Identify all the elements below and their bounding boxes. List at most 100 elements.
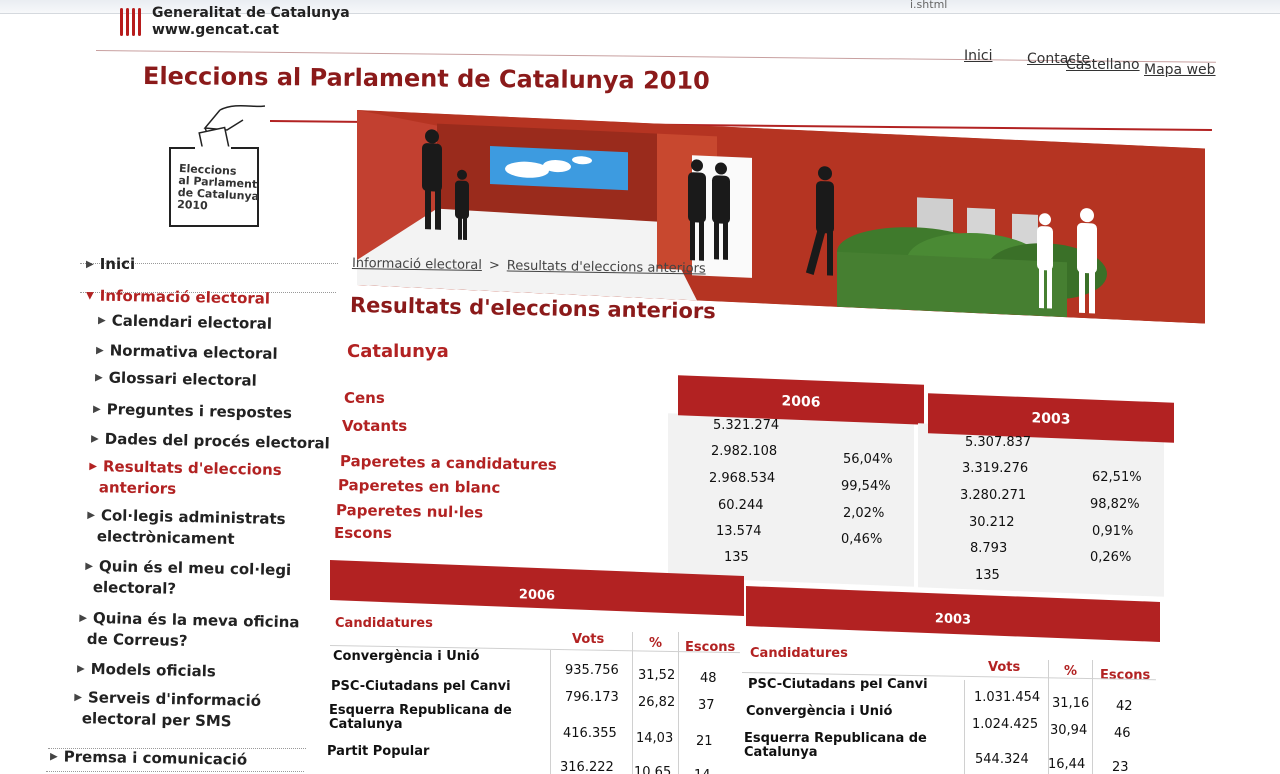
r03-pct-2: 30,94 xyxy=(1050,723,1088,738)
r06-votes-4: 316.222 xyxy=(560,760,614,774)
sidebar-item-col-legis[interactable]: ▶ Col·legis administrats electrònicament xyxy=(87,505,286,551)
r03-party-3: Esquerra Republicana de Catalunya xyxy=(744,731,927,760)
s03-votants: 3.319.276 xyxy=(962,461,1029,476)
r06-col-candidatures: Candidatures xyxy=(335,616,433,631)
r06-pct-4: 10,65 xyxy=(634,765,672,774)
s03-cens: 5.307.837 xyxy=(965,435,1032,450)
r06-pct-2: 26,82 xyxy=(638,695,676,710)
org-name: Generalitat de Catalunya xyxy=(152,5,350,21)
r03-seats-1: 42 xyxy=(1116,699,1133,714)
hero-banner xyxy=(357,110,1205,324)
s06-blanc: 60.244 xyxy=(718,498,764,513)
r06-party-4: Partit Popular xyxy=(327,744,430,759)
generalitat-logo[interactable]: Generalitat de Catalunya www.gencat.cat xyxy=(118,2,350,42)
triangle-right-icon: ▶ xyxy=(86,259,94,270)
main-title: Resultats d'eleccions anteriors xyxy=(349,293,716,324)
link-mapa-web[interactable]: Mapa web xyxy=(1144,62,1216,78)
sidebar-item-informacio-electoral[interactable]: ▼ Informació electoral xyxy=(85,286,270,308)
sidebar-item-serveis-sms[interactable]: ▶ Serveis d'informació electoral per SMS xyxy=(74,687,262,733)
triangle-right-icon: ▶ xyxy=(95,345,104,357)
senyera-icon xyxy=(118,6,144,38)
sidebar-item-glossari[interactable]: ▶ Glossari electoral xyxy=(94,368,257,390)
s03-pct-candidatures: 98,82% xyxy=(1090,497,1140,512)
s06-cens: 5.321.274 xyxy=(713,418,780,433)
grid-line xyxy=(964,680,965,774)
r03-party-2: Convergència i Unió xyxy=(746,704,893,719)
r03-votes-2: 1.024.425 xyxy=(972,717,1039,732)
summary-label-blanc: Paperetes en blanc xyxy=(337,476,501,497)
r03-seats-3: 23 xyxy=(1112,760,1129,774)
sidebar-item-premsa[interactable]: ▶ Premsa i comunicació xyxy=(49,747,248,769)
s06-pct-nul-les: 0,46% xyxy=(841,532,883,547)
r06-seats-3: 21 xyxy=(696,734,713,749)
sidebar-item-resultats[interactable]: ▶ Resultats d'eleccions anteriors xyxy=(89,456,282,502)
r03-col-candidatures: Candidatures xyxy=(750,646,848,661)
results-2003-header: 2003 xyxy=(746,586,1160,642)
summary-label-escons: Escons xyxy=(334,524,392,542)
sidebar-item-calendari[interactable]: ▶ Calendari electoral xyxy=(98,311,272,332)
summary-label-cens: Cens xyxy=(344,389,385,407)
sidebar-item-inici[interactable]: ▶ Inici xyxy=(86,255,135,273)
grid-line xyxy=(632,632,633,774)
r06-votes-1: 935.756 xyxy=(565,663,619,678)
s06-votants: 2.982.108 xyxy=(711,444,778,459)
link-inici[interactable]: Inici xyxy=(964,48,992,64)
grid-line xyxy=(678,632,679,774)
s03-blanc: 30.212 xyxy=(969,515,1015,530)
sidebar-item-quin-col-legi[interactable]: ▶ Quin és el meu col·legi electoral? xyxy=(85,556,292,602)
triangle-right-icon: ▶ xyxy=(49,751,58,763)
r06-votes-3: 416.355 xyxy=(563,726,617,741)
r06-party-1: Convergència i Unió xyxy=(333,649,480,664)
sidebar-item-normativa[interactable]: ▶ Normativa electoral xyxy=(96,341,278,363)
triangle-right-icon: ▶ xyxy=(94,372,103,384)
breadcrumb-informacio[interactable]: Informació electoral xyxy=(352,256,482,273)
triangle-right-icon: ▶ xyxy=(89,460,98,473)
sidebar-item-dades-proces[interactable]: ▶ Dades del procés electoral xyxy=(91,430,330,453)
ballot-text: Eleccions al Parlament de Catalunya 2010 xyxy=(176,161,260,213)
nav-divider xyxy=(46,771,304,772)
s03-candidatures: 3.280.271 xyxy=(960,488,1027,503)
sidebar-item-oficina-correus[interactable]: ▶ Quina és la meva oficina de Correus? xyxy=(79,608,300,655)
r03-votes-3: 544.324 xyxy=(975,752,1029,767)
s03-pct-votants: 62,51% xyxy=(1092,470,1142,485)
sidebar-nav: ▶ Inici ▼ Informació electoral ▶ Calendari … xyxy=(46,243,350,774)
sidebar-item-models-oficials[interactable]: ▶ Models oficials xyxy=(77,660,216,681)
summary-label-votants: Votants xyxy=(342,417,408,435)
link-castellano[interactable]: Castellano xyxy=(1066,57,1140,73)
status-fragment: i.shtml xyxy=(910,0,948,11)
summary-label-candidatures: Paperetes a candidatures xyxy=(339,452,557,474)
r06-party-3: Esquerra Republicana de Catalunya xyxy=(329,703,512,732)
s06-pct-candidatures: 99,54% xyxy=(841,479,891,494)
r03-pct-1: 31,16 xyxy=(1052,696,1090,711)
s06-escons: 135 xyxy=(724,550,749,565)
site-title: Eleccions al Parlament de Catalunya 2010 xyxy=(142,62,710,95)
s03-pct-blanc: 0,91% xyxy=(1092,524,1134,539)
summary-2006-panel xyxy=(668,413,914,587)
r06-pct-1: 31,52 xyxy=(638,668,676,683)
sidebar-item-preguntes[interactable]: ▶ Preguntes i respostes xyxy=(93,400,292,422)
r06-col-pct: % xyxy=(649,636,663,651)
s03-pct-nul-les: 0,26% xyxy=(1090,550,1132,565)
triangle-right-icon: ▶ xyxy=(85,560,94,573)
s06-candidatures: 2.968.534 xyxy=(709,471,776,486)
triangle-down-icon: ▼ xyxy=(85,290,94,302)
r06-seats-1: 48 xyxy=(700,671,717,686)
r06-col-vots: Vots xyxy=(572,632,605,647)
grid-line xyxy=(550,650,551,774)
grid-line xyxy=(1092,660,1093,774)
triangle-right-icon: ▶ xyxy=(90,433,99,445)
s03-escons: 135 xyxy=(975,568,1000,583)
r06-seats-2: 37 xyxy=(698,698,715,713)
triangle-right-icon: ▶ xyxy=(76,663,85,675)
r06-seats-4: 14 xyxy=(694,768,711,774)
top-links: Inici Contacte Castellano Mapa web xyxy=(962,48,1222,78)
triangle-right-icon: ▶ xyxy=(74,692,83,704)
triangle-right-icon: ▶ xyxy=(92,403,101,416)
r06-votes-2: 796.173 xyxy=(565,690,619,705)
summary-label-nul-les: Paperetes nul·les xyxy=(335,501,484,522)
r03-pct-3: 16,44 xyxy=(1048,757,1086,772)
breadcrumb-resultats[interactable]: Resultats d'eleccions anteriors xyxy=(507,258,706,276)
r03-votes-1: 1.031.454 xyxy=(974,690,1041,705)
r03-party-1: PSC-Ciutadans pel Canvi xyxy=(748,677,928,692)
s03-nul-les: 8.793 xyxy=(970,541,1008,556)
